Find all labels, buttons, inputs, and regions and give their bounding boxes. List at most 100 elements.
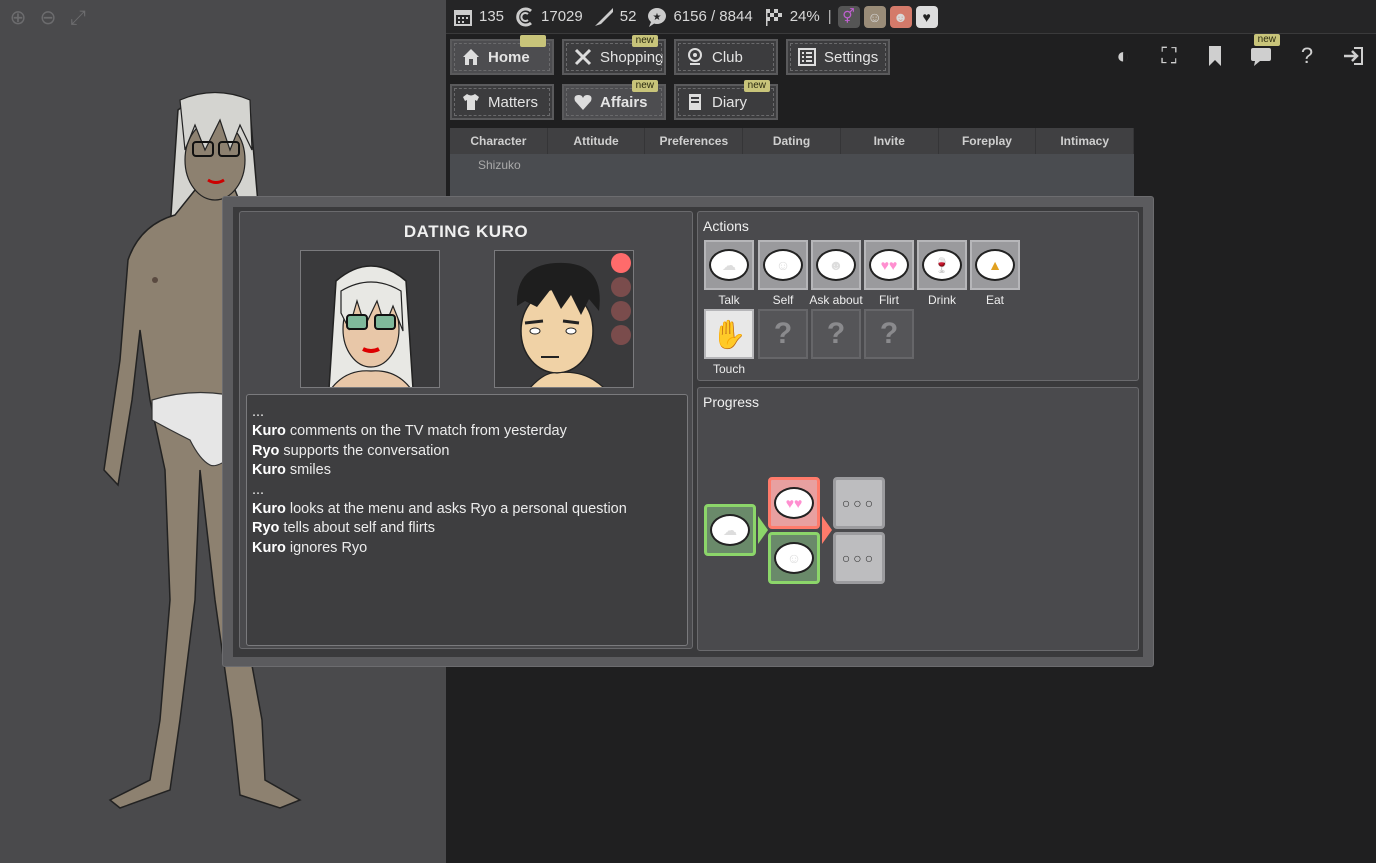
mood-dot-1 [611, 253, 631, 273]
affairs-label: Affairs [600, 93, 648, 111]
action-locked: ? [758, 309, 808, 359]
house-icon [460, 46, 482, 68]
progress-stat: 24% [763, 6, 820, 28]
progress-node-talk: ☁ [704, 504, 756, 556]
money-value: 17029 [541, 8, 583, 25]
wine-glass-icon: 🍷 [922, 249, 962, 281]
log-line: Kuro smiles [252, 462, 331, 479]
column-foreplay[interactable]: Foreplay [939, 128, 1037, 154]
webcam-icon [684, 46, 706, 68]
date-panel: DATING KURO ... Kuro comments on the TV … [239, 211, 693, 649]
self-face-icon: ☺ [774, 542, 814, 574]
star-chat-icon: ★ [646, 6, 668, 28]
mood-indicator [611, 253, 631, 345]
progress-arrow [822, 516, 832, 544]
checkered-flag-icon [763, 6, 785, 28]
messages-icon[interactable]: new [1248, 34, 1280, 70]
action-touch[interactable]: ✋ Touch [704, 309, 754, 376]
hand-icon: ✋ [711, 318, 747, 350]
settings-button[interactable]: Settings [786, 39, 890, 75]
player-portrait [300, 250, 440, 388]
progress-arrow [758, 516, 768, 544]
heart-icon[interactable]: ♥ [915, 5, 938, 28]
table-row[interactable]: Shizuko [450, 154, 1134, 200]
checklist-icon [796, 46, 818, 68]
shopping-icon [572, 46, 594, 68]
help-icon[interactable]: ? [1294, 42, 1320, 70]
mood-dot-4 [611, 325, 631, 345]
affairs-table-header: Character Attitude Preferences Dating In… [450, 128, 1135, 154]
day-stat: 135 [452, 6, 504, 28]
shopping-button[interactable]: Shopping new [562, 35, 666, 75]
column-invite[interactable]: Invite [841, 128, 939, 154]
actions-panel: Actions ☁ Talk ☺ Self ☻ Ask about ♥♥ Fli… [697, 211, 1139, 381]
heart-icon [572, 91, 594, 113]
log-line: ... [252, 481, 265, 498]
progress-node-pending: ○○○ [833, 477, 885, 529]
club-button[interactable]: Club [674, 39, 778, 75]
action-locked: ? [811, 309, 861, 359]
log-line: ... [252, 404, 265, 420]
stairs-icon [593, 6, 615, 28]
progress-node-flirt: ♥♥ [768, 477, 820, 529]
log-line: Kuro looks at the menu and asks Ryo a pe… [252, 501, 627, 518]
stats-bar: 135 17029 52 ★ 6156 / 8844 24% | ⚥ ☺ ☻ ♥ [446, 0, 1376, 34]
diary-label: Diary [712, 93, 748, 111]
fullscreen-icon[interactable]: ⛶ [1156, 42, 1182, 70]
mood-dot-2 [611, 277, 631, 297]
bookmark-icon[interactable] [1202, 42, 1228, 70]
exit-icon[interactable] [1340, 42, 1366, 70]
character-face-icon[interactable]: ☻ [889, 5, 912, 28]
column-attitude[interactable]: Attitude [548, 128, 646, 154]
contrast-icon[interactable]: ◐ [1110, 42, 1136, 70]
dating-dialog: DATING KURO ... Kuro comments on the TV … [222, 196, 1154, 667]
stats-divider: | [827, 8, 832, 25]
cloud-bubble-icon: ☁ [709, 249, 749, 281]
diary-icon [684, 91, 706, 113]
hearts-icon: ♥♥ [869, 249, 909, 281]
column-preferences[interactable]: Preferences [645, 128, 744, 154]
conversation-log: ... Kuro comments on the TV match from y… [246, 394, 688, 646]
column-character[interactable]: Character [450, 128, 548, 154]
action-locked: ? [864, 309, 914, 359]
log-line: Ryo supports the conversation [252, 442, 450, 459]
action-talk[interactable]: ☁ Talk [704, 240, 754, 307]
svg-text:★: ★ [653, 12, 662, 23]
reputation-stat: ★ 6156 / 8844 [646, 6, 753, 28]
club-label: Club [712, 48, 743, 66]
progress-title: Progress [703, 394, 760, 410]
cloud-bubble-icon: ☁ [710, 514, 750, 546]
column-intimacy[interactable]: Intimacy [1036, 128, 1135, 154]
row-character-name: Shizuko [478, 158, 521, 172]
log-line: Ryo tells about self and flirts [252, 520, 435, 537]
gender-icon[interactable]: ⚥ [837, 5, 860, 28]
affairs-new-badge: new [631, 80, 658, 92]
day-value: 135 [479, 8, 505, 25]
self-face-icon: ☺ [763, 249, 803, 281]
diary-new-badge: new [743, 80, 770, 92]
dating-dialog-body: DATING KURO ... Kuro comments on the TV … [233, 207, 1143, 657]
action-eat[interactable]: ▲ Eat [970, 240, 1020, 307]
player-avatar [328, 265, 414, 387]
diary-button[interactable]: Diary new [674, 80, 778, 120]
currency-icon [514, 6, 536, 28]
settings-label: Settings [824, 48, 879, 66]
home-button[interactable]: Home [450, 35, 554, 75]
hearts-icon: ♥♥ [774, 487, 814, 519]
progress-value: 24% [789, 8, 820, 25]
dating-title: DATING KURO [403, 222, 529, 241]
actions-title: Actions [703, 218, 749, 234]
log-line: Kuro comments on the TV match from yeste… [252, 423, 567, 440]
stamina-value: 52 [619, 8, 637, 25]
matters-button[interactable]: Matters [450, 84, 554, 120]
messages-new-badge: new [1253, 34, 1280, 46]
partner-face-icon[interactable]: ☺ [863, 5, 886, 28]
reputation-value: 6156 / 8844 [673, 8, 753, 25]
shopping-label: Shopping [600, 48, 664, 66]
mood-dot-3 [611, 301, 631, 321]
column-dating[interactable]: Dating [743, 128, 841, 154]
affairs-button[interactable]: Affairs new [562, 80, 666, 120]
pizza-icon: ▲ [975, 249, 1015, 281]
home-notification-icons [520, 35, 546, 47]
matters-label: Matters [488, 93, 539, 111]
